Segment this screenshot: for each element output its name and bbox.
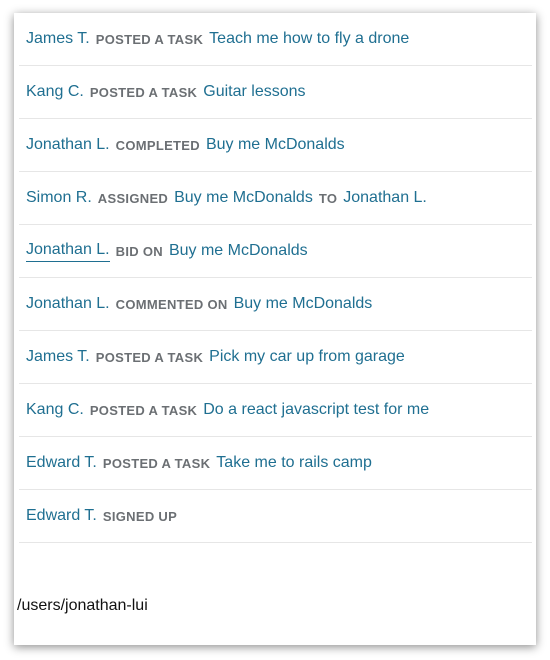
feed-item: Kang C. POSTED A TASK Do a react javascr…	[19, 384, 532, 437]
browser-window: James T. POSTED A TASK Teach me how to f…	[14, 13, 536, 645]
action-verb: ASSIGNED	[97, 190, 169, 206]
feed-item: Simon R. ASSIGNED Buy me McDonalds TO Jo…	[19, 172, 532, 225]
feed-item: Jonathan L. COMPLETED Buy me McDonalds	[19, 119, 532, 172]
action-verb: POSTED A TASK	[89, 84, 198, 100]
feed-item: Kang C. POSTED A TASK Guitar lessons	[19, 66, 532, 119]
task-link[interactable]: Do a react javascript test for me	[203, 401, 429, 419]
feed-item: James T. POSTED A TASK Pick my car up fr…	[19, 331, 532, 384]
action-verb: COMPLETED	[115, 137, 200, 153]
task-link[interactable]: Buy me McDonalds	[206, 136, 345, 154]
user-link[interactable]: Simon R.	[26, 189, 92, 207]
action-verb: BID ON	[115, 243, 163, 259]
activity-feed: James T. POSTED A TASK Teach me how to f…	[19, 13, 532, 543]
task-link[interactable]: Take me to rails camp	[216, 454, 372, 472]
task-link[interactable]: Pick my car up from garage	[209, 348, 405, 366]
assignee-link[interactable]: Jonathan L.	[343, 189, 427, 207]
feed-item: Edward T. POSTED A TASK Take me to rails…	[19, 437, 532, 490]
connector-word: TO	[318, 190, 338, 206]
user-link-hovered[interactable]: Jonathan L.	[26, 241, 110, 262]
task-link[interactable]: Buy me McDonalds	[169, 242, 308, 260]
feed-item: James T. POSTED A TASK Teach me how to f…	[19, 13, 532, 66]
task-link[interactable]: Teach me how to fly a drone	[209, 30, 409, 48]
action-verb: POSTED A TASK	[102, 455, 211, 471]
user-link[interactable]: James T.	[26, 348, 90, 366]
action-verb: POSTED A TASK	[95, 31, 204, 47]
task-link[interactable]: Buy me McDonalds	[174, 189, 313, 207]
user-link[interactable]: Kang C.	[26, 83, 84, 101]
task-link[interactable]: Guitar lessons	[203, 83, 305, 101]
user-link[interactable]: Edward T.	[26, 507, 97, 525]
user-link[interactable]: Edward T.	[26, 454, 97, 472]
status-bar-url: /users/jonathan-lui	[17, 597, 148, 614]
action-verb: SIGNED UP	[102, 508, 178, 524]
action-verb: COMMENTED ON	[115, 296, 228, 312]
feed-item: Edward T. SIGNED UP	[19, 490, 532, 543]
user-link[interactable]: Jonathan L.	[26, 295, 110, 313]
feed-item: Jonathan L. BID ON Buy me McDonalds	[19, 225, 532, 278]
user-link[interactable]: Kang C.	[26, 401, 84, 419]
feed-item: Jonathan L. COMMENTED ON Buy me McDonald…	[19, 278, 532, 331]
task-link[interactable]: Buy me McDonalds	[234, 295, 373, 313]
user-link[interactable]: Jonathan L.	[26, 136, 110, 154]
user-link[interactable]: James T.	[26, 30, 90, 48]
action-verb: POSTED A TASK	[89, 402, 198, 418]
action-verb: POSTED A TASK	[95, 349, 204, 365]
